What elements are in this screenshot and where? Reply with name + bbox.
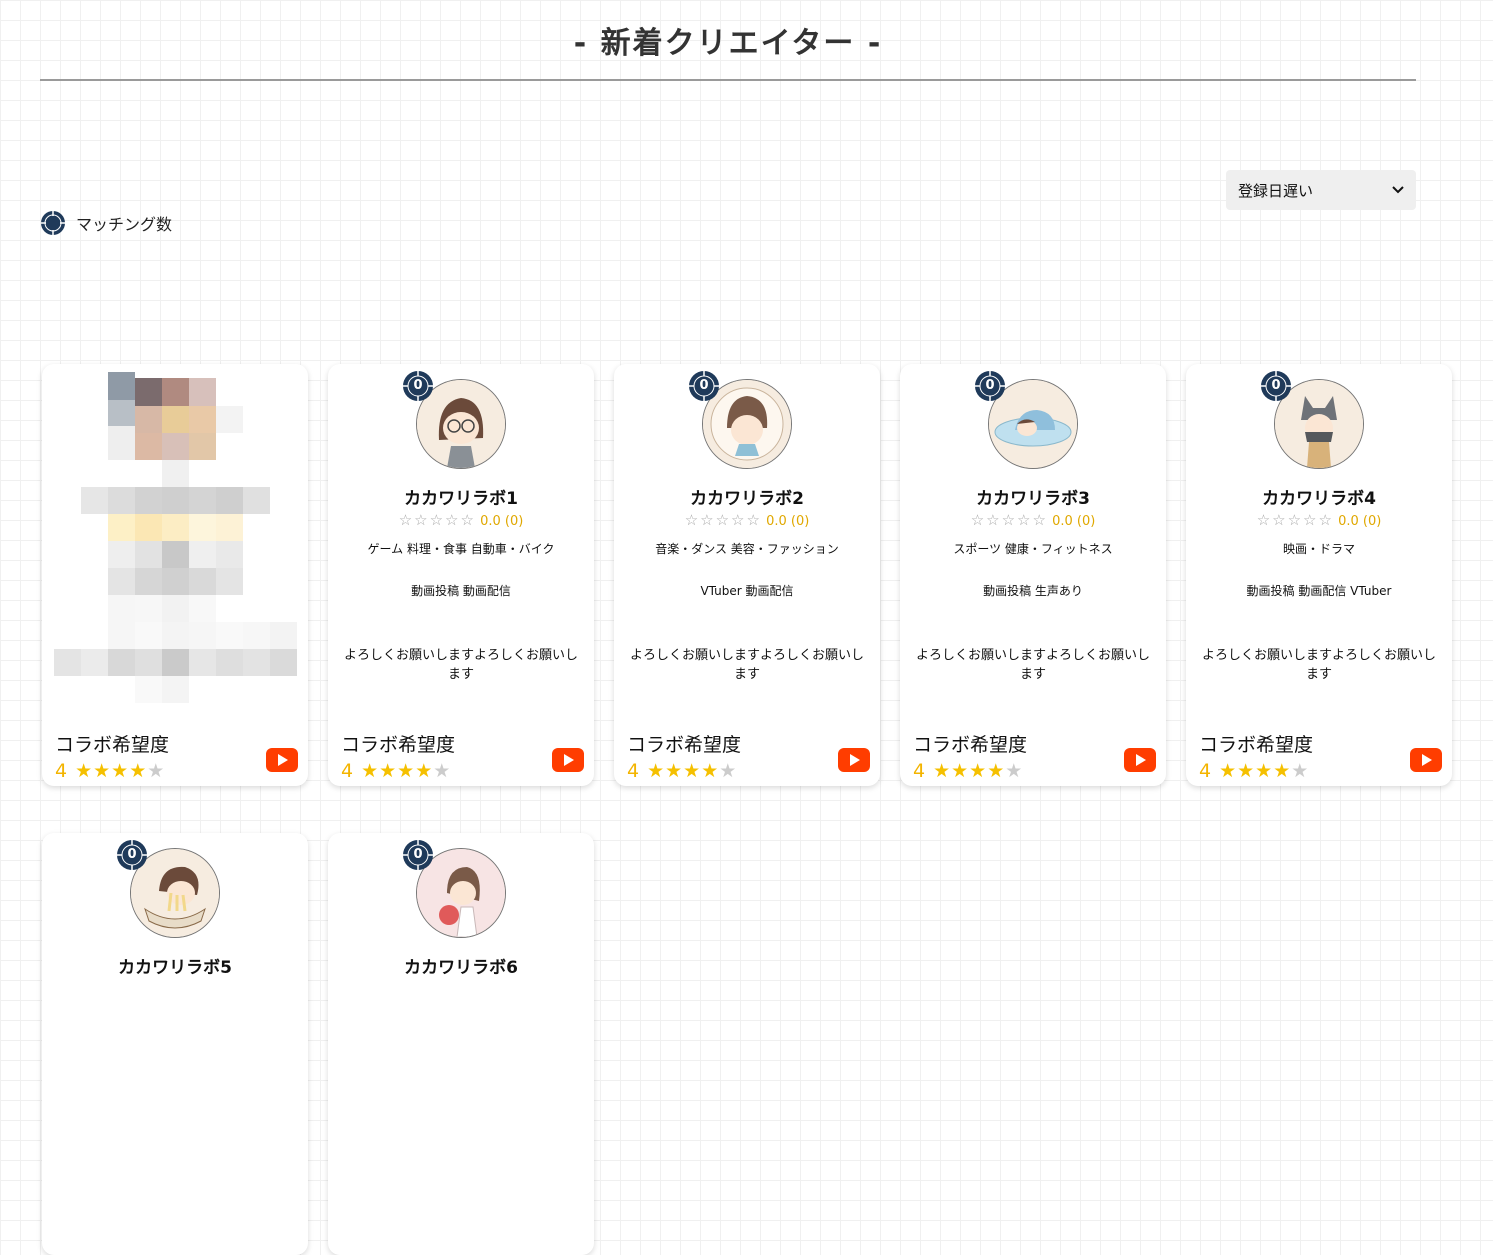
creator-name[interactable]: カカワリラボ2 — [614, 484, 880, 509]
creator-card[interactable]: コラボ希望度 4 ★★★★ ★ — [42, 364, 308, 786]
creator-card[interactable]: 0 カカワリラボ6 — [328, 833, 594, 1255]
matching-legend: マッチング数 — [40, 210, 172, 236]
chevron-down-icon — [1392, 186, 1404, 194]
youtube-icon[interactable] — [266, 748, 298, 772]
blurred-card-content — [54, 372, 298, 703]
collab-wish-rating: 4 ★★★★ ★ — [55, 760, 164, 782]
matching-count-badge: 0 — [974, 370, 1006, 402]
creator-card[interactable]: 0 カカワリラボ4 ☆☆☆☆☆ 0.0 (0) 映画・ドラマ 動画投稿 動画配信… — [1186, 364, 1452, 786]
matching-count-badge: 0 — [116, 839, 148, 871]
creator-name[interactable]: カカワリラボ3 — [900, 484, 1166, 509]
activity-tags: 動画投稿 動画配信 VTuber — [1246, 584, 1392, 598]
creator-name[interactable]: カカワリラボ1 — [328, 484, 594, 509]
star-empty-icon: ★ — [433, 760, 451, 782]
sort-selected-value: 登録日遅い — [1238, 181, 1314, 200]
star-filled-icon: ★★★★ — [647, 760, 720, 782]
intro-text: よろしくお願いしますよろしくお願いします — [629, 648, 864, 682]
matching-count: 0 — [413, 847, 423, 862]
youtube-icon[interactable] — [1124, 748, 1156, 772]
review-rating: ☆☆☆☆☆ 0.0 (0) — [1186, 511, 1452, 529]
star-outline-icon: ☆☆☆☆☆ — [970, 511, 1048, 529]
star-filled-icon: ★★★★ — [361, 760, 434, 782]
star-filled-icon: ★★★★ — [75, 760, 148, 782]
matching-count-badge: 0 — [402, 370, 434, 402]
star-empty-icon: ★ — [719, 760, 737, 782]
star-filled-icon: ★★★★ — [933, 760, 1006, 782]
sort-order-select[interactable]: 登録日遅い — [1226, 170, 1416, 210]
legend-label: マッチング数 — [76, 215, 173, 234]
crosshair-icon — [41, 211, 65, 235]
star-empty-icon: ★ — [1291, 760, 1309, 782]
review-rating: ☆☆☆☆☆ 0.0 (0) — [614, 511, 880, 529]
rating-value: 0.0 (0) — [766, 514, 810, 529]
collab-wish-rating: 4 ★★★★ ★ — [1199, 760, 1308, 782]
genre-tags: 音楽・ダンス 美容・ファッション — [655, 542, 839, 556]
collab-wish-label: コラボ希望度 — [55, 734, 170, 756]
collab-score-value: 4 — [627, 760, 640, 782]
intro-text: よろしくお願いしますよろしくお願いします — [1201, 648, 1436, 682]
collab-wish-label: コラボ希望度 — [1199, 734, 1314, 756]
matching-count: 0 — [413, 378, 423, 393]
genre-tags: ゲーム 料理・食事 自動車・バイク — [367, 542, 555, 556]
rating-value: 0.0 (0) — [1052, 514, 1096, 529]
activity-tags: VTuber 動画配信 — [700, 584, 794, 598]
title-divider — [40, 79, 1416, 81]
collab-score-value: 4 — [341, 760, 354, 782]
creator-card[interactable]: 0 カカワリラボ1 ☆☆☆☆☆ 0.0 (0) ゲーム 料理・食事 自動車・バイ… — [328, 364, 594, 786]
matching-count: 0 — [985, 378, 995, 393]
youtube-icon[interactable] — [1410, 748, 1442, 772]
matching-count: 0 — [699, 378, 709, 393]
creator-card[interactable]: 0 カカワリラボ3 ☆☆☆☆☆ 0.0 (0) スポーツ 健康・フィットネス 動… — [900, 364, 1166, 786]
matching-count-badge: 0 — [1260, 370, 1292, 402]
collab-wish-rating: 4 ★★★★ ★ — [341, 760, 450, 782]
creator-card[interactable]: 0 カカワリラボ5 — [42, 833, 308, 1255]
star-outline-icon: ☆☆☆☆☆ — [398, 511, 476, 529]
star-empty-icon: ★ — [1005, 760, 1023, 782]
collab-score-value: 4 — [1199, 760, 1212, 782]
creator-name[interactable]: カカワリラボ4 — [1186, 484, 1452, 509]
star-empty-icon: ★ — [147, 760, 165, 782]
review-rating: ☆☆☆☆☆ 0.0 (0) — [328, 511, 594, 529]
collab-wish-label: コラボ希望度 — [627, 734, 742, 756]
collab-score-value: 4 — [55, 760, 68, 782]
intro-text: よろしくお願いしますよろしくお願いします — [915, 648, 1150, 682]
matching-count: 0 — [1271, 378, 1281, 393]
youtube-icon[interactable] — [838, 748, 870, 772]
star-outline-icon: ☆☆☆☆☆ — [684, 511, 762, 529]
matching-count-badge: 0 — [688, 370, 720, 402]
intro-text: よろしくお願いしますよろしくお願いします — [343, 648, 578, 682]
activity-tags: 動画投稿 動画配信 — [411, 584, 511, 598]
creator-name[interactable]: カカワリラボ5 — [42, 953, 308, 978]
page-title: - 新着クリエイター - — [573, 26, 883, 61]
matching-count-badge: 0 — [402, 839, 434, 871]
collab-wish-rating: 4 ★★★★ ★ — [627, 760, 736, 782]
creator-name[interactable]: カカワリラボ6 — [328, 953, 594, 978]
collab-wish-label: コラボ希望度 — [913, 734, 1028, 756]
review-rating: ☆☆☆☆☆ 0.0 (0) — [900, 511, 1166, 529]
collab-wish-rating: 4 ★★★★ ★ — [913, 760, 1022, 782]
youtube-icon[interactable] — [552, 748, 584, 772]
star-outline-icon: ☆☆☆☆☆ — [1256, 511, 1334, 529]
star-filled-icon: ★★★★ — [1219, 760, 1292, 782]
rating-value: 0.0 (0) — [1338, 514, 1382, 529]
genre-tags: 映画・ドラマ — [1282, 542, 1355, 556]
collab-wish-label: コラボ希望度 — [341, 734, 456, 756]
activity-tags: 動画投稿 生声あり — [983, 584, 1083, 598]
collab-score-value: 4 — [913, 760, 926, 782]
genre-tags: スポーツ 健康・フィットネス — [953, 542, 1113, 556]
matching-count: 0 — [127, 847, 137, 862]
rating-value: 0.0 (0) — [480, 514, 524, 529]
creator-card[interactable]: 0 カカワリラボ2 ☆☆☆☆☆ 0.0 (0) 音楽・ダンス 美容・ファッション… — [614, 364, 880, 786]
